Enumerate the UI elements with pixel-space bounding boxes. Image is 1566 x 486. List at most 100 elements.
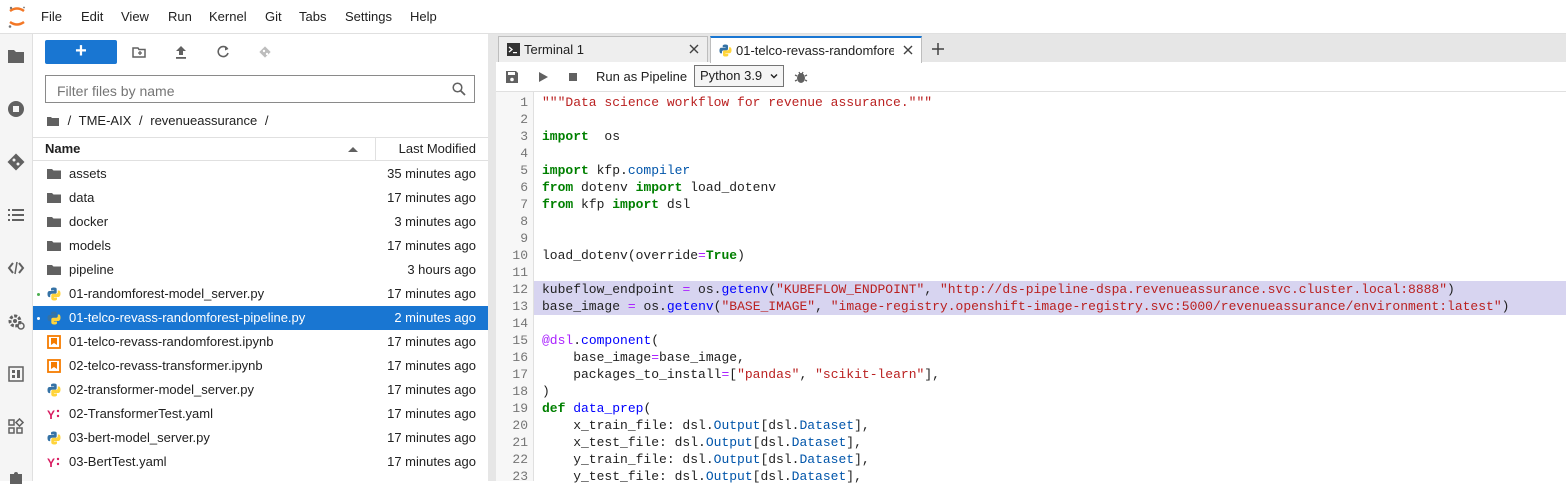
sort-ascending-icon[interactable] [348,147,358,152]
tab-bar: Terminal 1 01-telco-revass-randomfore [496,34,1566,63]
breadcrumb-root[interactable]: / [68,113,72,128]
menu-edit[interactable]: Edit [81,0,103,34]
file-row[interactable]: 03-bert-model_server.py 17 minutes ago [33,426,488,450]
folder-icon [47,265,61,275]
breadcrumb-item-revenueassurance[interactable]: revenueassurance [150,113,257,128]
menu-git[interactable]: Git [265,0,282,34]
toc-icon[interactable] [7,206,25,224]
folder-icon[interactable] [7,47,25,65]
line-number: 2 [520,112,528,127]
column-header-name[interactable]: Name [45,138,80,160]
code-token: "http://ds-pipeline-dspa.revenueassuranc… [939,282,1448,297]
code-token: "KUBEFLOW_ENDPOINT" [776,282,925,297]
stop-icon[interactable] [565,69,581,85]
filter-files-input[interactable] [55,80,449,101]
kernel-selector-value: Python 3.9 [700,68,763,83]
code-token: [ [729,367,738,382]
close-icon[interactable] [687,42,701,56]
menu-run[interactable]: Run [168,0,192,34]
code-token: y_train_file: dsl. [542,452,714,467]
editor-toolbar: Run as Pipeline Python 3.9 [496,62,1566,92]
code-token: ], [846,435,862,450]
code-token: Dataset [799,418,855,433]
code-token: ) [1447,282,1455,297]
file-row[interactable]: 01-telco-revass-randomforest-pipeline.py… [33,306,488,330]
extensions-icon[interactable] [7,418,25,436]
settings-gear-icon[interactable] [7,312,25,330]
run-as-pipeline-button[interactable]: Run as Pipeline [596,62,687,91]
file-row[interactable]: pipeline 3 hours ago [33,258,488,282]
code-token: [dsl. [752,469,792,484]
file-row[interactable]: Y 02-TransformerTest.yaml 17 minutes ago [33,402,488,426]
menu-view[interactable]: View [121,0,149,34]
code-line: packages_to_install=["pandas", "scikit-l… [542,366,940,383]
add-tab-icon[interactable] [926,37,950,61]
code-token: ) [1501,299,1510,314]
code-line: kubeflow_endpoint = os.getenv("KUBEFLOW_… [542,281,1455,298]
code-editor[interactable]: 1 2 3 4 5 6 7 8 9 10 11 12 13 14 15 16 17 18 19 20 21 22 23 ""… [496,92,1566,484]
svg-text:Y: Y [47,456,55,469]
code-token: ], [854,418,870,433]
file-row[interactable]: models 17 minutes ago [33,234,488,258]
close-icon[interactable] [901,43,915,57]
property-inspector-icon[interactable] [7,365,25,383]
code-line: y_train_file: dsl.Output[dsl.Dataset], [542,451,869,468]
jupyter-logo-icon [8,6,25,28]
code-line: from dotenv import load_dotenv [542,179,776,196]
chevron-down-icon [770,74,778,79]
file-row[interactable]: 02-transformer-model_server.py 17 minutes… [33,378,488,402]
save-icon[interactable] [504,69,520,85]
code-token: "BASE_IMAGE" [721,299,816,314]
file-modified-time: 17 minutes ago [387,406,476,421]
menu-kernel[interactable]: Kernel [209,0,247,34]
tab-terminal-1[interactable]: Terminal 1 [498,36,708,62]
code-token: x_train_file: dsl. [542,418,714,433]
line-number: 6 [520,180,528,195]
file-row[interactable]: Y 03-BertTest.yaml 17 minutes ago [33,450,488,474]
svg-text:Y: Y [47,408,55,421]
menu-help[interactable]: Help [410,0,437,34]
terminal-icon [507,43,520,56]
menu-file[interactable]: File [41,0,62,34]
puzzle-icon[interactable] [7,468,25,486]
file-row[interactable]: 02-telco-revass-transformer.ipynb 17 minu… [33,354,488,378]
file-row[interactable]: data 17 minutes ago [33,186,488,210]
menu-tabs[interactable]: Tabs [299,0,326,34]
line-number: 15 [512,333,528,348]
python-icon [719,44,732,57]
code-token: , [799,367,816,382]
code-token: kfp [573,197,613,212]
file-row[interactable]: 01-randomforest-model_server.py 17 minute… [33,282,488,306]
running-icon[interactable] [7,100,25,118]
new-launcher-button[interactable]: + [45,40,117,64]
file-row[interactable]: assets 35 minutes ago [33,162,488,186]
line-number: 4 [520,146,528,161]
python-icon [47,383,61,397]
folder-icon[interactable] [47,116,59,126]
line-number: 11 [512,265,528,280]
python-icon [47,431,61,445]
code-line: ) [542,383,550,400]
panel-splitter[interactable] [488,34,496,481]
column-divider[interactable] [375,138,376,160]
menu-settings[interactable]: Settings [345,0,392,34]
kernel-selector[interactable]: Python 3.9 [694,65,784,87]
breadcrumb-item-tme-aix[interactable]: TME-AIX [79,113,132,128]
tab-pipeline-py[interactable]: 01-telco-revass-randomfore [710,36,922,63]
file-name: 02-telco-revass-transformer.ipynb [69,358,263,373]
code-line: import os [542,128,620,145]
debug-bug-icon[interactable] [793,69,809,85]
file-row[interactable]: docker 3 minutes ago [33,210,488,234]
code-icon[interactable] [7,259,25,277]
code-token: True [705,248,738,263]
refresh-icon[interactable] [211,40,235,64]
run-icon[interactable] [535,69,551,85]
git-icon[interactable] [7,153,25,171]
git-clone-icon[interactable] [253,40,277,64]
upload-icon[interactable] [169,40,193,64]
line-number-gutter: 1 2 3 4 5 6 7 8 9 10 11 12 13 14 15 16 17 18 19 20 21 22 23 [496,92,534,484]
code-line: load_dotenv(override=True) [542,247,745,264]
column-header-last-modified[interactable]: Last Modified [399,138,476,160]
file-row[interactable]: 01-telco-revass-randomforest.ipynb 17 min… [33,330,488,354]
new-folder-icon[interactable] [127,40,151,64]
